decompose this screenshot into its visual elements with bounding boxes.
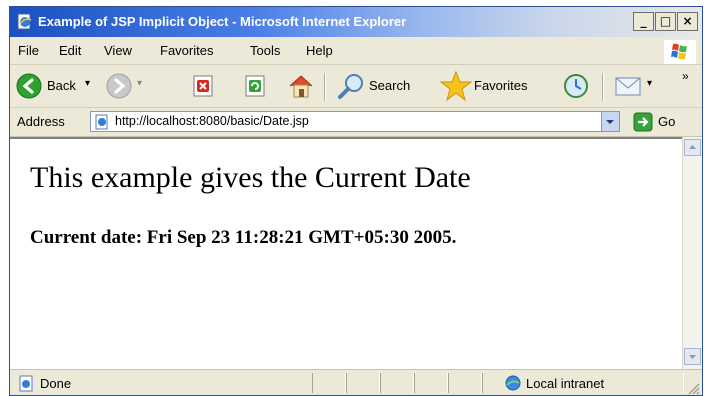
status-bar: Done Local intranet [10, 369, 702, 395]
window-title: Example of JSP Implicit Object - Microso… [38, 14, 407, 29]
stop-icon[interactable] [191, 74, 215, 98]
toolbar-separator [602, 73, 604, 101]
status-panel [380, 373, 414, 393]
title-bar: Example of JSP Implicit Object - Microso… [10, 7, 702, 37]
toolbar-separator [324, 73, 326, 101]
menu-file[interactable]: File [18, 43, 39, 58]
menu-favorites[interactable]: Favorites [160, 43, 213, 58]
back-dropdown-icon[interactable]: ▾ [85, 78, 90, 89]
address-url[interactable]: http://localhost:8080/basic/Date.jsp [115, 114, 309, 128]
status-text: Done [40, 376, 72, 391]
home-icon[interactable] [286, 71, 316, 101]
back-button-label[interactable]: Back [47, 78, 76, 93]
status-panel [448, 373, 482, 393]
vertical-scrollbar[interactable] [682, 137, 702, 369]
close-button[interactable]: × [677, 12, 698, 31]
go-arrow-icon[interactable] [633, 112, 653, 132]
back-arrow-icon[interactable] [15, 72, 43, 100]
scroll-down-button[interactable] [684, 348, 701, 365]
standard-toolbar: Back ▾ ▾ Search Favorites ▾ » [10, 65, 702, 108]
resize-grip-icon[interactable] [686, 380, 700, 395]
current-date-text: Current date: Fri Sep 23 11:28:21 GMT+05… [30, 227, 457, 248]
page-heading: This example gives the Current Date [30, 161, 471, 194]
local-intranet-icon [504, 374, 522, 392]
status-panel [346, 373, 380, 393]
menu-help[interactable]: Help [306, 43, 333, 58]
address-label: Address [17, 114, 65, 129]
maximize-button[interactable]: □ [655, 12, 676, 31]
go-button-label[interactable]: Go [658, 114, 675, 129]
mail-icon[interactable] [614, 73, 644, 99]
mail-dropdown-icon[interactable]: ▾ [647, 78, 652, 89]
star-icon[interactable] [439, 70, 473, 102]
zone-text: Local intranet [526, 376, 605, 391]
status-panel [414, 373, 448, 393]
forward-dropdown-icon[interactable]: ▾ [137, 78, 142, 89]
browser-window: Example of JSP Implicit Object - Microso… [9, 6, 703, 396]
page-content: This example gives the Current Date Curr… [10, 137, 682, 369]
scroll-up-button[interactable] [684, 139, 701, 156]
address-input[interactable]: http://localhost:8080/basic/Date.jsp [90, 111, 620, 132]
page-done-icon [18, 375, 35, 392]
ie-page-icon [16, 13, 33, 30]
page-icon [94, 114, 110, 130]
menu-edit[interactable]: Edit [59, 43, 81, 58]
address-bar: Address http://localhost:8080/basic/Date… [10, 108, 702, 137]
search-icon[interactable] [336, 71, 366, 101]
address-dropdown-button[interactable] [601, 112, 619, 131]
favorites-button-label[interactable]: Favorites [474, 78, 527, 93]
windows-logo-icon [664, 40, 696, 64]
search-button-label[interactable]: Search [369, 78, 410, 93]
history-icon[interactable] [562, 72, 590, 100]
minimize-button[interactable]: _ [633, 12, 654, 31]
status-panel [312, 373, 346, 393]
menu-bar: File Edit View Favorites Tools Help [10, 38, 702, 65]
menu-view[interactable]: View [104, 43, 132, 58]
toolbar-overflow-icon[interactable]: » [682, 69, 689, 83]
menu-tools[interactable]: Tools [250, 43, 280, 58]
forward-arrow-icon[interactable] [105, 72, 133, 100]
refresh-icon[interactable] [243, 74, 267, 98]
